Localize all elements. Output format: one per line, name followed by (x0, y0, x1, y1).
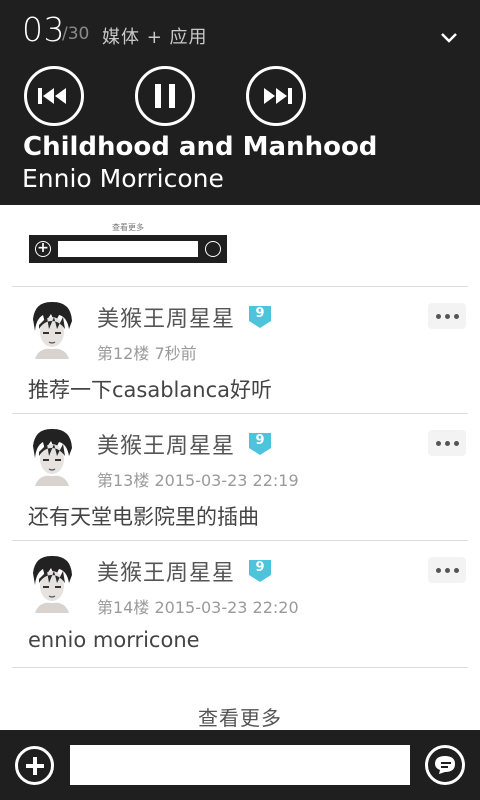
level-badge: 9 (247, 430, 273, 456)
song-artist: Ennio Morricone (22, 164, 224, 193)
comment-time: 2015-03-23 22:20 (154, 598, 299, 617)
thumbnail-add-icon: + (35, 241, 51, 257)
next-track-button[interactable] (246, 66, 306, 126)
avatar[interactable] (29, 426, 75, 486)
add-icon (25, 756, 44, 775)
level-badge: 9 (247, 303, 273, 329)
thumbnail-reply-bar: + (29, 235, 227, 263)
pause-button[interactable] (135, 66, 195, 126)
more-options-button[interactable] (428, 430, 466, 456)
chevron-down-icon (441, 33, 457, 43)
page-thumbnail: 查看更多 + (29, 206, 227, 263)
floor-number: 第13楼 (97, 471, 150, 490)
comment-meta: 第13楼 2015-03-23 22:19 (97, 467, 299, 491)
track-total: /30 (62, 24, 90, 44)
media-control-panel: 03 /30 媒体 + 应用 Childhood and Manhood Enn… (0, 0, 480, 205)
send-comment-button[interactable] (425, 745, 465, 785)
add-attachment-button[interactable] (15, 746, 54, 785)
send-comment-icon (435, 756, 455, 774)
username[interactable]: 美猴王周星星 (97, 301, 235, 333)
level-number: 9 (255, 306, 265, 321)
floor-number: 第12楼 (97, 344, 150, 363)
collapse-button[interactable] (434, 22, 464, 52)
divider (12, 667, 468, 668)
comment-item: 美猴王周星星 9 第14楼 2015-03-23 22:20 ennio mor… (0, 541, 480, 668)
see-more-link[interactable]: 查看更多 (0, 702, 480, 731)
avatar[interactable] (29, 299, 75, 359)
song-title: Childhood and Manhood (23, 132, 378, 162)
more-icon (435, 313, 441, 319)
floor-number: 第14楼 (97, 598, 150, 617)
pause-icon (155, 84, 175, 108)
comment-time: 7秒前 (154, 344, 197, 363)
comment-text: 还有天堂电影院里的插曲 (28, 505, 259, 529)
comment-text: ennio morricone (28, 628, 200, 652)
comment-meta: 第12楼 7秒前 (97, 340, 197, 364)
more-icon (435, 567, 441, 573)
more-options-button[interactable] (428, 557, 466, 583)
more-icon (435, 440, 441, 446)
thumbnail-see-more: 查看更多 (112, 223, 144, 232)
comment-item: 美猴王周星星 9 第13楼 2015-03-23 22:19 还有天堂电影院里的… (0, 414, 480, 541)
previous-track-button[interactable] (24, 66, 84, 126)
level-number: 9 (255, 560, 265, 575)
thumbnail-send-icon (205, 241, 221, 257)
more-options-button[interactable] (428, 303, 466, 329)
next-icon (264, 88, 292, 104)
reply-input[interactable] (70, 745, 410, 785)
username[interactable]: 美猴王周星星 (97, 555, 235, 587)
level-number: 9 (255, 433, 265, 448)
level-badge: 9 (247, 557, 273, 583)
track-index: 03 (22, 10, 65, 49)
username[interactable]: 美猴王周星星 (97, 428, 235, 460)
reply-bar (0, 730, 480, 800)
comment-time: 2015-03-23 22:19 (154, 471, 299, 490)
comment-meta: 第14楼 2015-03-23 22:20 (97, 594, 299, 618)
comment-item: 美猴王周星星 9 第12楼 7秒前 推荐一下casablanca好听 (0, 287, 480, 414)
media-panel-title: 媒体 + 应用 (102, 27, 208, 48)
previous-icon (38, 88, 66, 104)
thumbnail-input (58, 241, 198, 257)
comment-text: 推荐一下casablanca好听 (28, 378, 272, 402)
avatar[interactable] (29, 553, 75, 613)
